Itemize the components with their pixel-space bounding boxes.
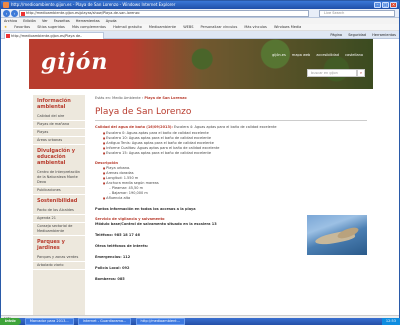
favorites-bar: ★ Favoritos Sitios sugeridos Más complem… (1, 24, 399, 31)
emergency-phone: Emergencias: 112 (95, 255, 131, 259)
sidebar-item[interactable]: Agenda 21 (33, 215, 85, 223)
menu-archivo[interactable]: Archivo (4, 19, 17, 23)
close-button[interactable]: × (390, 2, 397, 8)
breadcrumb-link[interactable]: Medio Ambiente (112, 96, 141, 100)
star-icon: ★ (4, 25, 8, 29)
forward-button[interactable]: › (11, 10, 18, 17)
ie-icon (3, 2, 9, 8)
beach-aerial-photo (307, 215, 367, 255)
fav-4[interactable]: Medioambiente (149, 25, 176, 29)
police-phone: Policía Local: 092 (95, 266, 130, 270)
window-title: http://medioambiente.gijon.es - Playa de… (11, 2, 176, 7)
title-bar: http://medioambiente.gijon.es - Playa de… (1, 1, 399, 9)
fav-1[interactable]: Sitios sugeridos (37, 25, 65, 29)
sidebar-item[interactable]: Pacto de los Alcaldes (33, 207, 85, 215)
pine-banner-image (129, 39, 373, 89)
sidebar-heading[interactable]: Divulgación y educación ambiental (33, 145, 85, 169)
address-text: http://medioambiente.gijon.es/playas/sho… (26, 11, 140, 15)
fav-0[interactable]: Favoritos (14, 25, 30, 29)
system-clock: 12:53 (381, 318, 400, 325)
taskbar-item[interactable]: Internet - Guardiarama... (77, 318, 132, 325)
sidebar-heading[interactable]: Parques y jardines (33, 236, 85, 254)
back-button[interactable]: ‹ (3, 10, 10, 17)
page-container: gijón gijón.es mapa web accesibilidad ca… (29, 39, 373, 315)
breadcrumb: Estás en: Medio Ambiente › Playa de San … (95, 95, 367, 102)
window-controls: – □ × (374, 2, 397, 8)
quality-label: Calidad del agua de baño (16/09/2013): (95, 125, 173, 129)
fav-8[interactable]: Windows Media (274, 25, 301, 29)
list-item: Escalera 15: Aguas aptas para el baño de… (103, 151, 367, 156)
sidebar-heading[interactable]: Información ambiental (33, 95, 85, 113)
fav-5[interactable]: WEBS (183, 25, 193, 29)
main-content: Estás en: Medio Ambiente › Playa de San … (95, 95, 367, 315)
command-bar: Página Seguridad Herramientas (325, 32, 396, 38)
search-icon[interactable]: ⌕ (357, 69, 365, 77)
toplink-mapa[interactable]: mapa web (292, 53, 310, 57)
sidebar-item[interactable]: Áreas urbanas (33, 137, 85, 145)
fav-7[interactable]: Más vínculos (244, 25, 266, 29)
address-field[interactable]: http://medioambiente.gijon.es/playas/sho… (19, 10, 309, 17)
web-page: gijón gijón.es mapa web accesibilidad ca… (1, 39, 399, 315)
tools-menu[interactable]: Herramientas (372, 33, 396, 37)
menu-favoritos[interactable]: Favoritos (54, 19, 70, 23)
sidebar-item[interactable]: Publicaciones (33, 187, 85, 195)
address-toolbar: ‹ › http://medioambiente.gijon.es/playas… (1, 9, 399, 18)
fav-6[interactable]: Personalizar vínculos (201, 25, 238, 29)
description-list: Playa urbana. Arenas doradas Longitud: 1… (95, 166, 367, 201)
security-menu[interactable]: Seguridad (348, 33, 366, 37)
tab-favicon (6, 34, 10, 38)
sidebar-item[interactable]: Calidad del aire (33, 113, 85, 121)
taskbar-item[interactable]: http://medioambient... (135, 318, 185, 325)
breadcrumb-prefix: Estás en: (95, 96, 112, 100)
sidebar-item[interactable]: Parques y zonas verdes (33, 254, 85, 262)
water-quality: Calidad del agua de baño (16/09/2013): E… (95, 125, 367, 130)
tab-bar: http://medioambiente.gijon.es/Playa de..… (1, 31, 399, 39)
quality-lead: Escalera 4: Aguas aptas para el baño de … (174, 125, 277, 129)
taskbar-item[interactable]: Marcador para 2013... (24, 318, 74, 325)
taskbar: Inicio Marcador para 2013... Internet - … (0, 318, 400, 325)
menu-ver[interactable]: Ver (42, 19, 48, 23)
browser-window: http://medioambiente.gijon.es - Playa de… (0, 0, 400, 325)
browser-search-input[interactable]: Live Search (319, 10, 395, 17)
fav-3[interactable]: Hotmail gratuito (113, 25, 142, 29)
toplink-accesibilidad[interactable]: accesibilidad (316, 53, 339, 57)
breadcrumb-current: Playa de San Lorenzo (144, 96, 187, 100)
firefighters-phone: Bomberos: 085 (95, 277, 125, 281)
tab-active[interactable]: http://medioambiente.gijon.es/Playa de.. (4, 32, 104, 39)
site-favicon (21, 12, 25, 16)
site-search-input[interactable]: buscar en gijon (307, 69, 357, 77)
start-button[interactable]: Inicio (0, 318, 21, 325)
sidebar-item[interactable]: Arbolado viario (33, 262, 85, 270)
sidebar-heading[interactable]: Sostenibilidad (33, 195, 85, 207)
fav-2[interactable]: Más complementos (72, 25, 106, 29)
tab-label: http://medioambiente.gijon.es/Playa de.. (11, 34, 83, 38)
minimize-button[interactable]: – (374, 2, 381, 8)
sidebar-item[interactable]: Playas de mañana (33, 121, 85, 129)
toplink-idioma[interactable]: castellano (345, 53, 363, 57)
top-links: gijón.es mapa web accesibilidad castella… (267, 53, 363, 57)
page-title: Playa de San Lorenzo (95, 106, 367, 121)
sidebar-item[interactable]: Centro de Interpretación de la Naturalez… (33, 169, 85, 187)
page-menu[interactable]: Página (330, 33, 342, 37)
sidebar-item[interactable]: Consejo sectorial de Medioambiente (33, 223, 85, 236)
toplink-gijon[interactable]: gijón.es (272, 53, 286, 57)
sidebar-item[interactable]: Playas (33, 129, 85, 137)
list-item: Afluencia alta (103, 196, 367, 201)
menu-ayuda[interactable]: Ayuda (106, 19, 117, 23)
maximize-button[interactable]: □ (382, 2, 389, 8)
info-points: Puntos información en todos los accesos … (95, 207, 196, 211)
menu-edicion[interactable]: Edición (23, 19, 36, 23)
sidebar: Información ambiental Calidad del aire P… (33, 95, 85, 315)
site-logo[interactable]: gijón (41, 49, 108, 75)
quality-list: Escalera 0: Aguas aptas para el baño de … (95, 131, 367, 156)
site-header: gijón gijón.es mapa web accesibilidad ca… (29, 39, 373, 89)
menu-herramientas[interactable]: Herramientas (76, 19, 100, 23)
